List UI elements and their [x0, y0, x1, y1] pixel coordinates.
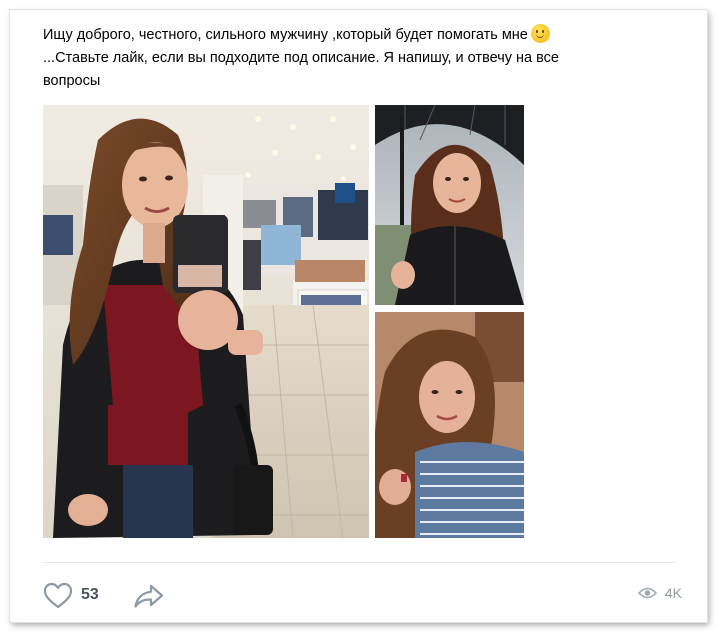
photo-mirror-selfie[interactable]	[43, 105, 369, 538]
views-count: 4K	[664, 585, 682, 601]
like-count: 53	[81, 586, 99, 603]
post-footer: 53 4K	[43, 578, 683, 612]
photo-mirror-selfie-image	[43, 105, 369, 538]
photo-umbrella-selfie-image	[375, 105, 524, 305]
eye-icon	[637, 587, 657, 599]
post-card: Ищу доброго, честного, сильного мужчину …	[10, 10, 707, 622]
photo-hand-on-shoulder-selfie[interactable]	[375, 312, 524, 538]
post-text-line-1: Ищу доброго, честного, сильного мужчину …	[43, 24, 683, 47]
share-button[interactable]	[133, 583, 165, 614]
views-counter: 4K	[637, 585, 682, 601]
footer-divider	[43, 562, 675, 563]
share-arrow-icon	[134, 584, 164, 608]
post-text-line-2: ...Ставьте лайк, если вы подходите под о…	[43, 50, 559, 66]
smiling-face-emoji-icon	[530, 24, 550, 43]
photo-umbrella-selfie[interactable]	[375, 105, 524, 305]
post-text-line-3: вопросы	[43, 73, 101, 89]
heart-icon	[43, 582, 73, 608]
photo-hand-on-shoulder-selfie-image	[375, 312, 524, 538]
post-text: Ищу доброго, честного, сильного мужчину …	[43, 24, 683, 93]
like-button[interactable]: 53	[43, 581, 99, 609]
